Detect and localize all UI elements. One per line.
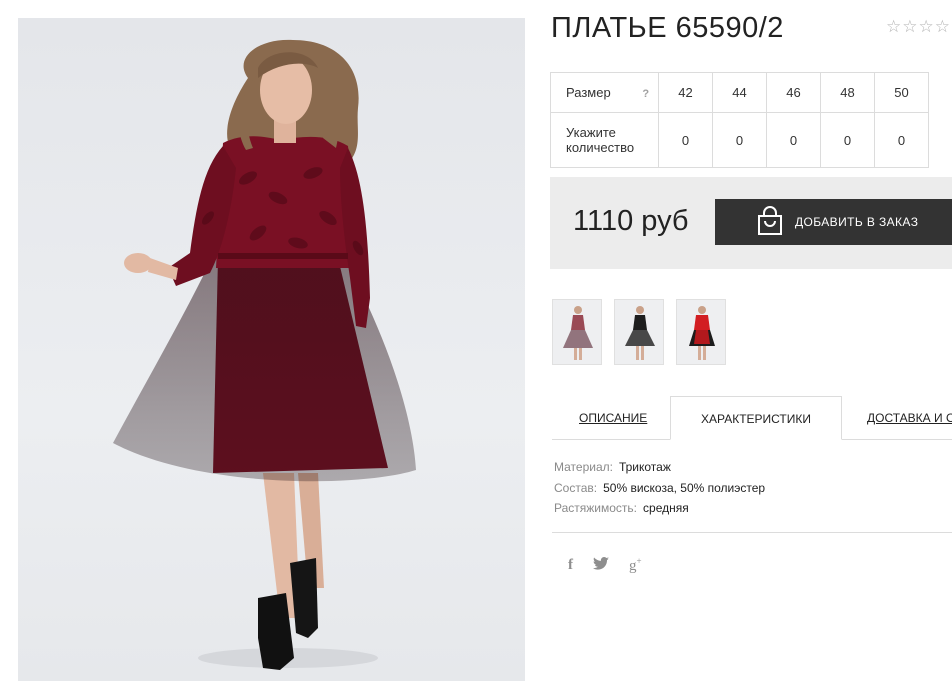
size-cell: 48 [820,72,875,113]
size-cell: 50 [874,72,929,113]
product-price: 1110 руб [573,205,689,237]
social-share: f g+ [568,556,642,575]
size-cell: 46 [766,72,821,113]
add-to-order-label: ДОБАВИТЬ В ЗАКАЗ [795,215,919,229]
price-box: 1110 руб ДОБАВИТЬ В ЗАКАЗ [550,177,952,269]
star-icon[interactable]: ☆ [886,18,901,36]
size-cell: 42 [658,72,713,113]
add-to-order-button[interactable]: ДОБАВИТЬ В ЗАКАЗ [715,199,952,245]
twitter-icon[interactable] [593,557,609,574]
characteristic-key: Материал: [554,460,613,474]
characteristics-list: Материал: Трикотаж Состав: 50% вискоза, 50… [554,457,765,519]
quantity-input[interactable]: 0 [874,112,929,168]
tab-characteristics[interactable]: ХАРАКТЕРИСТИКИ [670,396,842,440]
rating-stars[interactable]: ☆ ☆ ☆ ☆ [886,18,950,36]
characteristic-row: Состав: 50% вискоза, 50% полиэстер [554,478,765,499]
characteristic-row: Растяжимость: средняя [554,498,765,519]
characteristic-row: Материал: Трикотаж [554,457,765,478]
quantity-input[interactable]: 0 [766,112,821,168]
thumbnail-burgundy[interactable] [552,299,602,365]
main-product-image[interactable] [18,18,525,681]
size-label-cell: Размер ? [550,72,659,113]
facebook-icon[interactable]: f [568,557,573,574]
product-title: ПЛАТЬЕ 65590/2 [551,12,784,44]
divider [552,532,952,533]
google-plus-icon[interactable]: g+ [629,556,642,575]
thumbnail-red[interactable] [676,299,726,365]
thumbnail-black[interactable] [614,299,664,365]
quantity-input[interactable]: 0 [820,112,875,168]
quantity-input[interactable]: 0 [712,112,767,168]
star-icon[interactable]: ☆ [919,18,934,36]
size-quantity-table: Размер ? 42 44 46 48 50 Укажите количест… [550,72,929,168]
size-help-icon[interactable]: ? [642,88,649,100]
star-icon[interactable]: ☆ [902,18,917,36]
size-cell: 44 [712,72,767,113]
characteristic-key: Состав: [554,480,598,495]
thumbnail-gallery [552,299,726,365]
star-icon[interactable]: ☆ [935,18,950,36]
size-row: Размер ? 42 44 46 48 50 [550,72,929,113]
dress-model-illustration [113,39,416,670]
characteristic-value: 50% вискоза, 50% полиэстер [603,480,766,495]
characteristic-value: Трикотаж [618,460,671,474]
shopping-bag-icon [757,205,783,239]
tab-delivery[interactable]: ДОСТАВКА И ОПЛАТА [867,396,952,440]
quantity-input[interactable]: 0 [658,112,713,168]
characteristic-value: средняя [643,501,689,515]
quantity-label: Укажите количество [550,112,659,168]
size-label: Размер [566,85,611,100]
quantity-row: Укажите количество 0 0 0 0 0 [550,112,929,168]
characteristic-key: Растяжимость: [554,501,638,515]
tab-description[interactable]: ОПИСАНИЕ [579,396,647,440]
product-tabs: ОПИСАНИЕ ХАРАКТЕРИСТИКИ ДОСТАВКА И ОПЛАТ… [552,396,952,440]
